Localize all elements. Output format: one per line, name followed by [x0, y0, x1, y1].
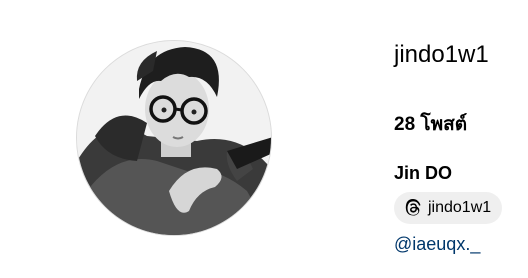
avatar-illustration: [77, 41, 271, 235]
full-name: Jin DO: [394, 163, 453, 183]
posts-count: 28 โพสต์: [394, 112, 467, 138]
profile-info: jindo1w1 28 โพสต์ Jin DO jindo1w1 @iaeuq…: [394, 0, 528, 278]
posts-number: 28: [394, 114, 416, 135]
profile-header: jindo1w1 28 โพสต์ Jin DO jindo1w1 @iaeuq…: [0, 0, 528, 278]
mention-link[interactable]: @iaeuqx._: [394, 232, 480, 256]
avatar[interactable]: [76, 40, 272, 236]
threads-badge-button[interactable]: jindo1w1: [394, 192, 503, 224]
username[interactable]: jindo1w1: [394, 40, 489, 70]
posts-label: โพสต์: [420, 114, 468, 135]
threads-icon: [402, 197, 424, 219]
threads-handle: jindo1w1: [428, 199, 492, 216]
